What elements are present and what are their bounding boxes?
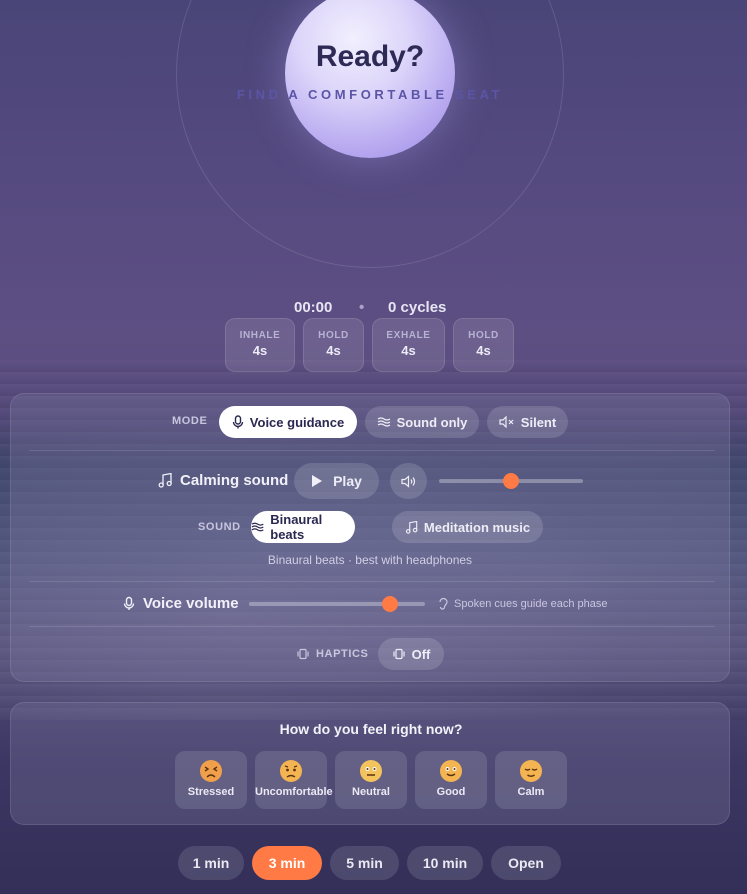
duration-10-min[interactable]: 10 min — [407, 846, 483, 880]
session-stats: 00:00 • 0 cycles — [0, 299, 747, 319]
cycle-count: 0 cycles — [388, 299, 447, 316]
calm-face-icon — [520, 760, 542, 782]
microphone-icon — [232, 415, 243, 429]
phase-hold[interactable]: HOLD 4s — [303, 318, 364, 372]
vibration-icon — [297, 648, 309, 660]
sound-option-label: Binaural beats — [270, 512, 323, 542]
play-button[interactable]: Play — [294, 463, 379, 499]
play-label: Play — [333, 473, 362, 489]
music-note-icon — [158, 473, 172, 488]
mood-label: Good — [436, 786, 466, 798]
mode-option-label: Sound only — [396, 414, 468, 430]
mood-stressed[interactable]: Stressed — [175, 751, 247, 809]
divider — [29, 581, 715, 582]
duration-open[interactable]: Open — [491, 846, 561, 880]
mood-uncomfortable[interactable]: Uncomfortable — [255, 751, 333, 809]
phase-label: HOLD — [468, 330, 499, 341]
mood-label: Neutral — [352, 786, 390, 798]
stats-separator: • — [359, 299, 365, 316]
feel-question: How do you feel right now? — [279, 721, 463, 737]
mood-neutral[interactable]: Neutral — [335, 751, 407, 809]
duration-5-min[interactable]: 5 min — [330, 846, 399, 880]
slider-knob[interactable] — [503, 473, 519, 489]
play-icon — [312, 475, 323, 487]
phase-exhale[interactable]: EXHALE 4s — [372, 318, 445, 372]
mood-good[interactable]: Good — [415, 751, 487, 809]
music-note-icon — [405, 520, 418, 534]
speaker-icon — [400, 474, 415, 488]
voice-hint: Spoken cues guide each phase — [438, 597, 608, 610]
good-face-icon — [440, 760, 462, 782]
waves-icon — [251, 522, 264, 532]
vibration-icon — [393, 648, 405, 660]
mode-sound-only-button[interactable]: Sound only — [365, 406, 479, 438]
haptics-toggle[interactable]: Off — [378, 638, 444, 670]
mute-icon — [499, 416, 514, 428]
sound-volume-slider[interactable] — [439, 473, 583, 489]
sound-note: Binaural beats · best with headphones — [267, 553, 473, 567]
phase-label: HOLD — [318, 330, 349, 341]
sound-binaural-beats-button[interactable]: Binaural beats — [251, 511, 355, 543]
mood-calm[interactable]: Calm — [495, 751, 567, 809]
waves-icon — [377, 417, 390, 427]
phase-value: 4s — [401, 343, 416, 358]
sound-meditation-music-button[interactable]: Meditation music — [392, 511, 543, 543]
haptics-label: HAPTICS — [296, 648, 368, 660]
microphone-icon — [123, 596, 135, 610]
voice-volume-text: Voice volume — [143, 595, 239, 612]
ear-icon — [439, 597, 448, 610]
mode-voice-guidance-button[interactable]: Voice guidance — [219, 406, 357, 438]
calming-sound-text: Calming sound — [180, 472, 289, 489]
mode-silent-button[interactable]: Silent — [487, 406, 568, 438]
sound-volume-button[interactable] — [390, 463, 427, 499]
voice-volume-label: Voice volume — [123, 595, 239, 612]
phase-value: 4s — [476, 343, 491, 358]
divider — [29, 626, 715, 627]
divider — [29, 450, 715, 451]
sound-option-label: Meditation music — [423, 519, 531, 535]
timer: 00:00 — [294, 299, 333, 316]
feel-panel: How do you feel right now? Stressed Unco… — [10, 702, 730, 825]
phase-value: 4s — [252, 343, 268, 358]
duration-3-min[interactable]: 3 min — [252, 846, 322, 880]
duration-1-min[interactable]: 1 min — [178, 846, 244, 880]
mood-label: Uncomfortable — [255, 786, 333, 798]
phase-label: EXHALE — [386, 330, 431, 341]
subtitle: FIND A COMFORTABLE SEAT — [236, 87, 504, 102]
phase-inhale[interactable]: INHALE 4s — [225, 318, 295, 372]
calming-sound-label: Calming sound — [158, 472, 288, 489]
haptics-label-text: HAPTICS — [316, 648, 369, 660]
uncomfortable-face-icon — [280, 760, 302, 782]
phase-hold-2[interactable]: HOLD 4s — [453, 318, 514, 372]
mood-label: Calm — [517, 786, 545, 798]
phase-label: INHALE — [239, 330, 281, 341]
voice-hint-text: Spoken cues guide each phase — [454, 597, 608, 610]
mode-label: MODE — [172, 415, 208, 427]
neutral-face-icon — [360, 760, 382, 782]
slider-knob[interactable] — [381, 596, 398, 612]
settings-panel: MODE Voice guidance Sound only Silent Ca… — [10, 393, 730, 682]
sound-label: SOUND — [198, 521, 241, 533]
voice-volume-slider[interactable] — [249, 596, 425, 612]
stressed-face-icon — [200, 760, 222, 782]
mood-label: Stressed — [187, 786, 235, 798]
mode-option-label: Silent — [520, 414, 557, 430]
mode-option-label: Voice guidance — [249, 414, 345, 430]
haptics-toggle-label: Off — [411, 646, 431, 662]
page-title: Ready? — [315, 40, 425, 73]
phase-value: 4s — [326, 343, 341, 358]
